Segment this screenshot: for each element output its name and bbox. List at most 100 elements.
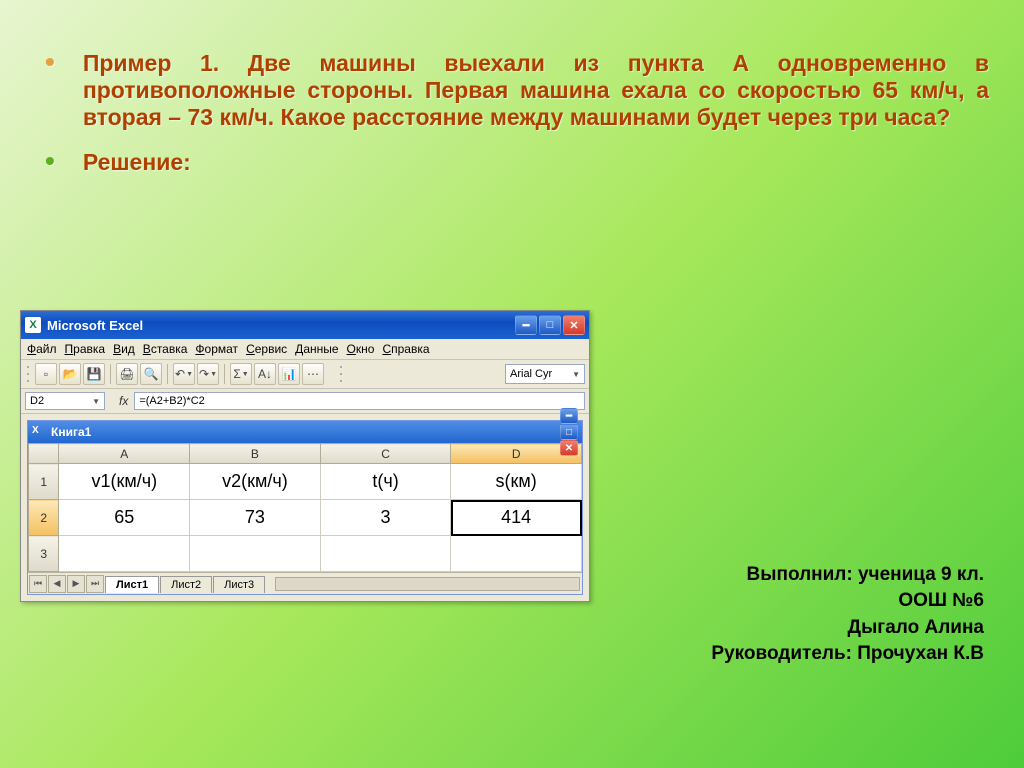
app-title: Microsoft Excel: [47, 318, 143, 333]
toolbar-separator: [167, 364, 168, 384]
print-button[interactable]: 🖨: [116, 363, 138, 385]
bullet-icon: •: [45, 149, 55, 176]
name-box-value: D2: [30, 395, 44, 407]
cell[interactable]: s(км): [451, 464, 582, 500]
problem-text: Пример 1. Две машины выехали из пункта А…: [83, 50, 989, 131]
preview-button[interactable]: 🔍: [140, 363, 162, 385]
workbook-title: Книга1: [51, 425, 91, 439]
formula-input[interactable]: =(A2+B2)*C2: [134, 392, 585, 410]
cell[interactable]: 3: [320, 500, 451, 536]
minimize-button[interactable]: ━: [560, 408, 578, 424]
autosum-button[interactable]: Σ▼: [230, 363, 252, 385]
sort-button[interactable]: A↓: [254, 363, 276, 385]
excel-icon: X: [25, 317, 41, 333]
standard-toolbar: ▫ 📂 💾 🖨 🔍 ↶▼ ↷▼ Σ▼ A↓ 📊 ⋯ Arial Cyr ▼: [21, 360, 589, 389]
menu-format[interactable]: Формат: [195, 342, 238, 356]
font-name: Arial Cyr: [510, 368, 552, 380]
menu-edit[interactable]: Правка: [65, 342, 106, 356]
cell[interactable]: 65: [59, 500, 190, 536]
app-titlebar: X Microsoft Excel ━ □ ✕: [21, 311, 589, 339]
maximize-button[interactable]: □: [560, 424, 578, 440]
toolbar-separator: [110, 364, 111, 384]
close-button[interactable]: ✕: [563, 315, 585, 335]
new-button[interactable]: ▫: [35, 363, 57, 385]
save-button[interactable]: 💾: [83, 363, 105, 385]
cell-active[interactable]: 414: [451, 500, 582, 536]
formula-bar: D2 ▼ fx =(A2+B2)*C2: [21, 389, 589, 414]
maximize-button[interactable]: □: [539, 315, 561, 335]
cell[interactable]: [190, 536, 321, 572]
formula-text: =(A2+B2)*C2: [139, 395, 204, 407]
cell[interactable]: t(ч): [320, 464, 451, 500]
row-header[interactable]: 2: [29, 500, 59, 536]
dropdown-icon: ▼: [210, 371, 217, 378]
column-header[interactable]: A: [59, 444, 190, 464]
horizontal-scrollbar[interactable]: [275, 577, 580, 591]
minimize-icon: ━: [566, 411, 572, 422]
close-button[interactable]: ✕: [560, 440, 578, 456]
cell[interactable]: v2(км/ч): [190, 464, 321, 500]
new-icon: ▫: [44, 367, 48, 381]
cell[interactable]: v1(км/ч): [59, 464, 190, 500]
dropdown-icon: ▼: [186, 371, 193, 378]
toolbar-handle[interactable]: [338, 363, 344, 385]
menu-window[interactable]: Окно: [347, 342, 375, 356]
menu-insert[interactable]: Вставка: [143, 342, 188, 356]
save-icon: 💾: [87, 367, 102, 381]
menu-help[interactable]: Справка: [382, 342, 429, 356]
excel-window: X Microsoft Excel ━ □ ✕ Файл Правка Вид …: [20, 310, 590, 602]
menu-tools[interactable]: Сервис: [246, 342, 287, 356]
close-icon: ✕: [569, 319, 578, 332]
last-sheet-button[interactable]: ⏭: [86, 575, 104, 593]
menu-data[interactable]: Данные: [295, 342, 338, 356]
more-button[interactable]: ⋯: [302, 363, 324, 385]
row-header[interactable]: 1: [29, 464, 59, 500]
minimize-button[interactable]: ━: [515, 315, 537, 335]
workbook-titlebar: X Книга1 ━ □ ✕: [28, 421, 582, 443]
minimize-icon: ━: [523, 319, 530, 332]
maximize-icon: □: [547, 319, 554, 331]
cell[interactable]: [320, 536, 451, 572]
credit-line: ООШ №6: [711, 588, 984, 615]
font-selector[interactable]: Arial Cyr ▼: [505, 364, 585, 384]
credits-block: Выполнил: ученица 9 кл. ООШ №6 Дыгало Ал…: [711, 562, 984, 668]
credit-line: Дыгало Алина: [711, 615, 984, 642]
next-sheet-button[interactable]: ▶: [67, 575, 85, 593]
sheet-tab[interactable]: Лист2: [160, 576, 212, 593]
menu-file[interactable]: Файл: [27, 342, 57, 356]
solution-label: Решение:: [83, 149, 191, 176]
dropdown-icon: ▼: [92, 397, 100, 406]
cell[interactable]: [59, 536, 190, 572]
menu-bar: Файл Правка Вид Вставка Формат Сервис Да…: [21, 339, 589, 360]
toolbar-handle[interactable]: [25, 363, 31, 385]
excel-icon: X: [32, 425, 46, 439]
preview-icon: 🔍: [144, 367, 159, 381]
credit-line: Выполнил: ученица 9 кл.: [711, 562, 984, 589]
sheet-tab[interactable]: Лист3: [213, 576, 265, 593]
fx-label[interactable]: fx: [119, 394, 128, 408]
menu-view[interactable]: Вид: [113, 342, 135, 356]
sheet-tab[interactable]: Лист1: [105, 576, 159, 593]
column-header[interactable]: C: [320, 444, 451, 464]
spreadsheet-grid: A B C D 1 v1(км/ч) v2(км/ч) t(ч) s(км) 2…: [28, 443, 582, 572]
row-header[interactable]: 3: [29, 536, 59, 572]
chart-button[interactable]: 📊: [278, 363, 300, 385]
prev-sheet-button[interactable]: ◀: [48, 575, 66, 593]
sort-icon: A↓: [258, 367, 272, 381]
column-header[interactable]: B: [190, 444, 321, 464]
select-all-cell[interactable]: [29, 444, 59, 464]
name-box[interactable]: D2 ▼: [25, 392, 105, 410]
cell[interactable]: [451, 536, 582, 572]
close-icon: ✕: [565, 443, 573, 454]
undo-icon: ↶: [175, 367, 185, 381]
chart-icon: 📊: [282, 367, 297, 381]
undo-button[interactable]: ↶▼: [173, 363, 195, 385]
sum-icon: Σ: [233, 367, 240, 381]
open-button[interactable]: 📂: [59, 363, 81, 385]
credit-line: Руководитель: Прочухан К.В: [711, 641, 984, 668]
first-sheet-button[interactable]: ⏮: [29, 575, 47, 593]
print-icon: 🖨: [119, 367, 134, 381]
cell[interactable]: 73: [190, 500, 321, 536]
toolbar-separator: [224, 364, 225, 384]
redo-button[interactable]: ↷▼: [197, 363, 219, 385]
